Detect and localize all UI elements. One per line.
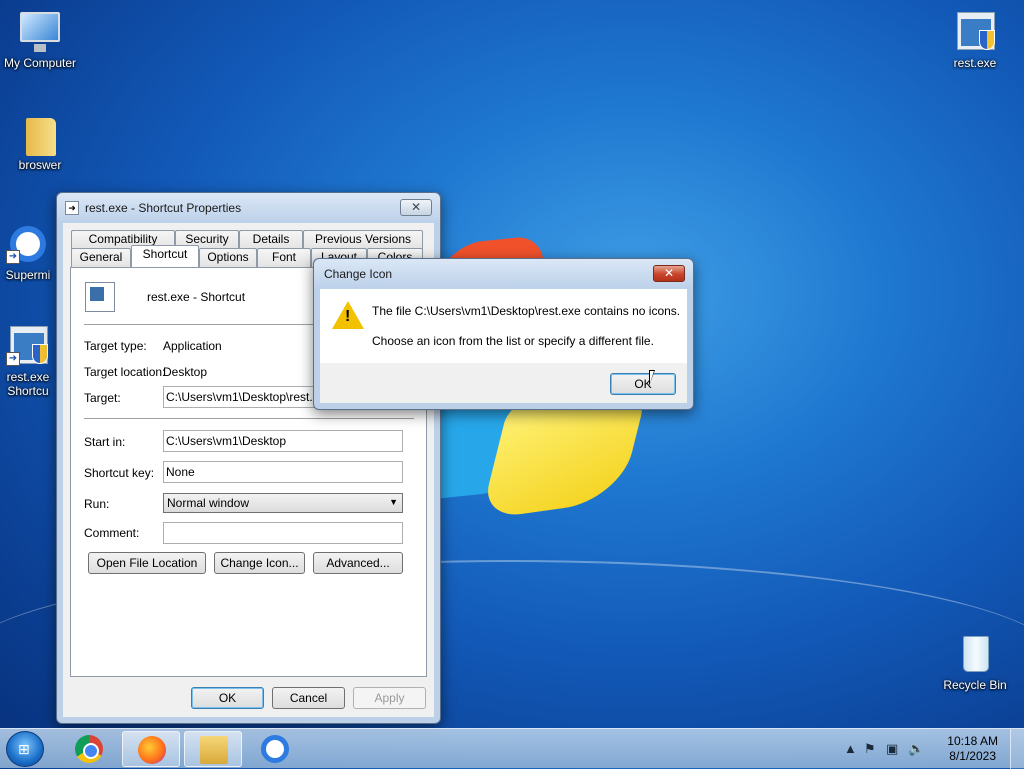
change-icon-titlebar[interactable]: Change Icon ✕ (314, 259, 693, 289)
ok-button[interactable]: OK (191, 687, 264, 709)
folder-icon (18, 112, 62, 156)
tab-general[interactable]: General (71, 248, 131, 267)
desktop-icon-supermium[interactable]: ➜ Supermi (0, 222, 56, 282)
shortcut-key-input[interactable]: None (163, 461, 403, 483)
clock-time: 10:18 AM (947, 734, 998, 748)
message-line-1: The file C:\Users\vm1\Desktop\rest.exe c… (372, 304, 681, 318)
tab-shortcut[interactable]: Shortcut (131, 245, 199, 267)
start-button[interactable]: ⊞ (6, 731, 44, 767)
chevron-down-icon: ▼ (389, 497, 398, 507)
desktop-icon-label: rest.exe (6, 370, 50, 384)
explorer-icon (200, 736, 228, 764)
desktop-icon-rest-exe[interactable]: rest.exe (935, 10, 1015, 70)
tab-details[interactable]: Details (239, 230, 303, 249)
clock-date: 8/1/2023 (949, 749, 996, 763)
open-file-location-button[interactable]: Open File Location (88, 552, 206, 574)
start-in-label: Start in: (84, 435, 126, 449)
shortcut-file-icon (85, 282, 115, 312)
properties-titlebar[interactable]: ➜ rest.exe - Shortcut Properties ✕ (57, 193, 440, 223)
change-icon-ok-button[interactable]: OK (610, 373, 676, 395)
advanced-button[interactable]: Advanced... (313, 552, 403, 574)
target-location-label: Target location: (84, 365, 166, 379)
apply-button[interactable]: Apply (353, 687, 426, 709)
browser-shortcut-icon: ➜ (6, 222, 50, 266)
change-icon-button[interactable]: Change Icon... (214, 552, 305, 574)
taskbar-firefox[interactable] (122, 731, 180, 767)
run-select[interactable]: Normal window ▼ (163, 493, 403, 513)
run-label: Run: (84, 497, 110, 511)
mouse-cursor-icon (649, 370, 655, 386)
desktop-icon-label: Supermi (5, 268, 51, 282)
shortcut-arrow-icon: ➜ (6, 352, 20, 366)
volume-muted-icon[interactable]: 🔈 (908, 741, 924, 757)
desktop-icon-label: broswer (18, 158, 62, 172)
taskbar-chrome[interactable] (60, 731, 118, 767)
windows-flag-icon: ⊞ (18, 741, 30, 757)
taskbar: ⊞ ▲ ⚑ ▣ 🔈 10:18 AM 8/1/2023 (0, 728, 1024, 769)
message-area: ! The file C:\Users\vm1\Desktop\rest.exe… (320, 289, 687, 363)
tab-options[interactable]: Options (199, 248, 257, 267)
desktop-icon-broswer[interactable]: broswer (0, 112, 80, 172)
change-icon-dialog: Change Icon ✕ ! The file C:\Users\vm1\De… (313, 258, 694, 410)
desktop-icon-label: Recycle Bin (943, 678, 1007, 692)
recycle-bin-icon (953, 632, 997, 676)
properties-title: rest.exe - Shortcut Properties (85, 201, 242, 215)
comment-label: Comment: (84, 526, 140, 540)
desktop-icon-label: rest.exe (953, 56, 997, 70)
taskbar-app[interactable] (246, 731, 304, 767)
change-icon-close-button[interactable]: ✕ (653, 265, 685, 282)
start-in-input[interactable]: C:\Users\vm1\Desktop (163, 430, 403, 452)
clock[interactable]: 10:18 AM 8/1/2023 (947, 734, 998, 764)
network-icon[interactable]: ▣ (886, 741, 898, 757)
tab-font[interactable]: Font (257, 248, 311, 267)
run-select-value: Normal window (167, 496, 250, 510)
chrome-icon (75, 735, 103, 763)
exe-shortcut-icon: ➜ (6, 324, 50, 368)
shortcut-name: rest.exe - Shortcut (147, 290, 246, 304)
exe-icon (953, 10, 997, 54)
taskbar-explorer[interactable] (184, 731, 242, 767)
change-icon-client: ! The file C:\Users\vm1\Desktop\rest.exe… (320, 289, 687, 403)
change-icon-title: Change Icon (324, 267, 393, 281)
app-icon (261, 735, 289, 763)
message-line-2: Choose an icon from the list or specify … (372, 334, 654, 348)
monitor-icon (18, 10, 62, 54)
action-center-icon[interactable]: ⚑ (864, 741, 876, 757)
show-desktop-button[interactable] (1010, 729, 1024, 769)
cancel-button[interactable]: Cancel (272, 687, 345, 709)
desktop-icon-recycle-bin[interactable]: Recycle Bin (935, 632, 1015, 692)
desktop-icon-label-line2: Shortcu (7, 384, 49, 398)
separator (84, 418, 414, 419)
comment-input[interactable] (163, 522, 403, 544)
shortcut-arrow-icon: ➜ (6, 250, 20, 264)
system-tray: ▲ ⚑ ▣ 🔈 10:18 AM 8/1/2023 (834, 729, 1024, 769)
shortcut-title-icon: ➜ (65, 201, 79, 215)
show-hidden-icons-icon[interactable]: ▲ (844, 741, 857, 756)
properties-close-button[interactable]: ✕ (400, 199, 432, 216)
target-label: Target: (84, 391, 121, 405)
shortcut-key-label: Shortcut key: (84, 466, 155, 480)
desktop-icon-label: My Computer (3, 56, 77, 70)
target-location-value: Desktop (163, 365, 208, 379)
tab-previous-versions[interactable]: Previous Versions (303, 230, 423, 249)
firefox-icon (138, 736, 166, 764)
target-type-value: Application (163, 339, 222, 353)
desktop-icon-rest-shortcut[interactable]: ➜ rest.exe Shortcu (0, 324, 56, 398)
target-type-label: Target type: (84, 339, 147, 353)
warning-icon: ! (332, 301, 364, 329)
desktop-icon-my-computer[interactable]: My Computer (0, 10, 80, 70)
